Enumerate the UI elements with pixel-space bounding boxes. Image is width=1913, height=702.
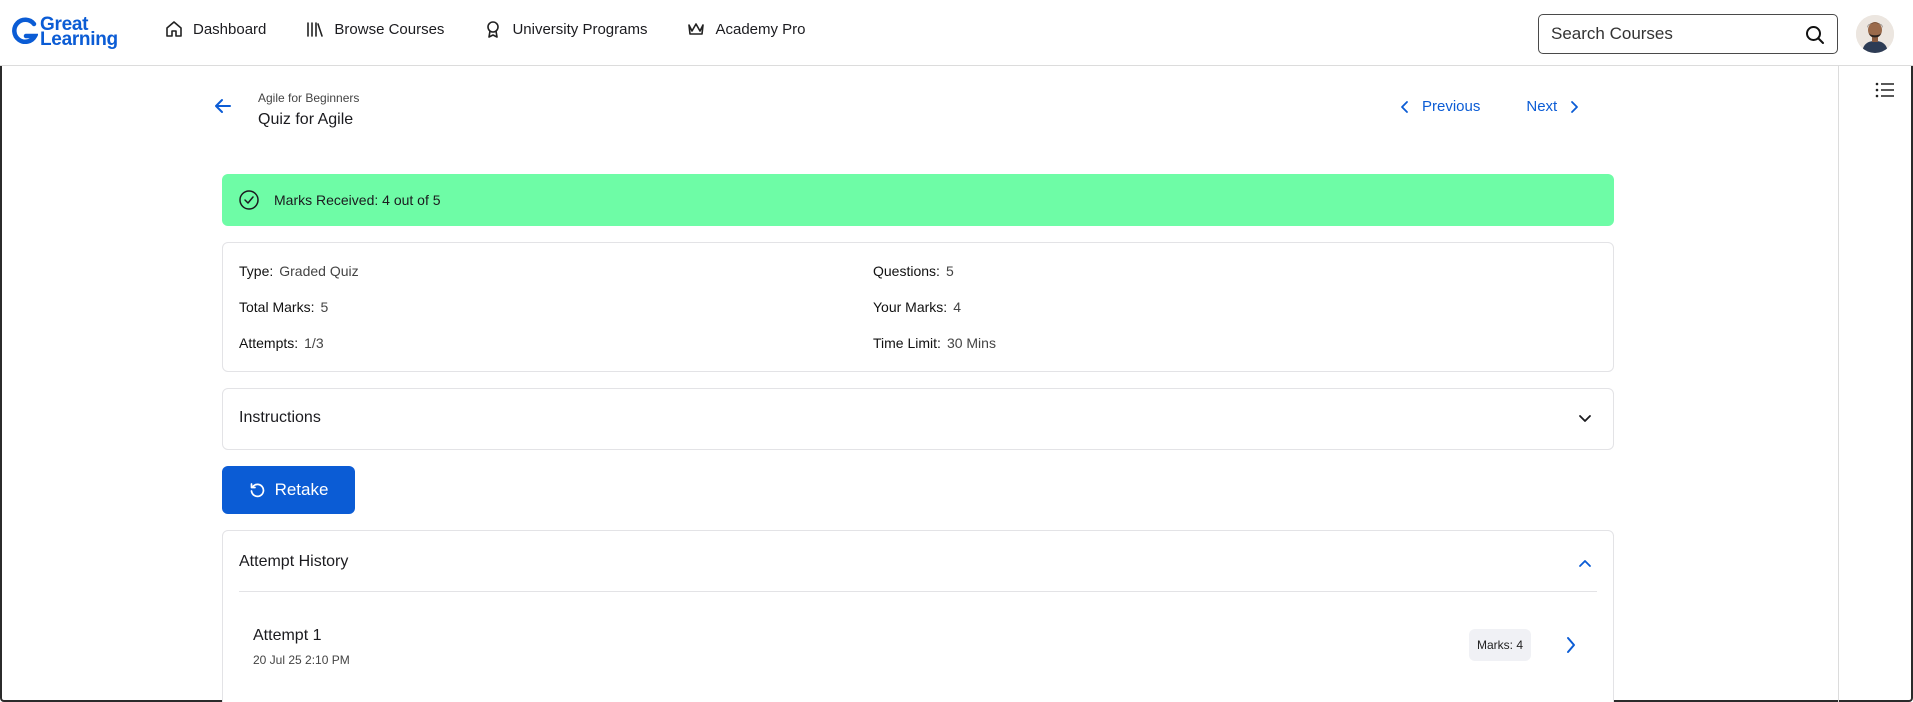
info-questions-value: 5 <box>945 263 954 279</box>
great-learning-logo[interactable]: Great Learning <box>12 14 118 50</box>
instructions-label: Instructions <box>239 409 321 426</box>
marks-received-banner: Marks Received: 4 out of 5 <box>222 174 1614 226</box>
award-ribbon-icon <box>487 21 500 38</box>
list-icon[interactable] <box>1875 82 1895 98</box>
main-nav: Dashboard Browse Courses University Prog… <box>165 20 846 38</box>
user-avatar-image <box>1856 15 1894 53</box>
marks-badge: Marks: 4 <box>1469 629 1532 661</box>
prev-next-nav: Previous Next <box>1400 98 1579 115</box>
info-total-marks-value: 5 <box>320 299 329 315</box>
check-circle-icon <box>239 190 259 210</box>
attempt-history-label: Attempt History <box>239 553 349 570</box>
nav-browse-courses[interactable]: Browse Courses <box>306 20 444 38</box>
search-icon[interactable] <box>1805 25 1825 45</box>
refresh-icon <box>250 483 264 498</box>
info-attempts: Attempts: 1/3 <box>239 335 324 351</box>
info-your-marks: Your Marks: 4 <box>873 299 961 315</box>
previous-label: Previous <box>1422 98 1481 115</box>
marks-received-text: Marks Received: 4 out of 5 <box>274 192 441 208</box>
info-time-limit: Time Limit: 30 Mins <box>873 335 996 351</box>
info-type-value: Graded Quiz <box>279 263 359 279</box>
back-arrow-icon[interactable] <box>213 96 233 116</box>
info-time-limit-value: 30 Mins <box>946 335 996 351</box>
search-box[interactable] <box>1538 14 1838 54</box>
attempt-history-accordion: Attempt History Attempt 1 20 Jul 25 2:10… <box>222 530 1614 702</box>
logo-g-icon <box>12 17 38 44</box>
right-rail <box>1838 66 1913 702</box>
attempt-date: 20 Jul 25 2:10 PM <box>253 653 350 667</box>
info-questions-label: Questions: <box>873 263 940 279</box>
page-title: Quiz for Agile <box>258 111 354 128</box>
next-button[interactable]: Next <box>1526 98 1579 115</box>
nav-dashboard[interactable]: Dashboard <box>165 20 266 38</box>
info-type: Type: Graded Quiz <box>239 263 359 279</box>
next-label: Next <box>1526 98 1558 115</box>
chevron-right-icon <box>1571 100 1579 113</box>
info-your-marks-label: Your Marks: <box>873 299 948 315</box>
info-attempts-value: 1/3 <box>304 335 324 351</box>
search-input[interactable] <box>1551 24 1791 44</box>
user-avatar[interactable] <box>1856 15 1894 53</box>
nav-academy-pro[interactable]: Academy Pro <box>687 20 806 38</box>
chevron-left-icon <box>1401 100 1408 113</box>
info-your-marks-value: 4 <box>953 299 961 315</box>
logo-text: Great Learning <box>40 15 118 50</box>
instructions-accordion[interactable]: Instructions <box>222 388 1614 450</box>
home-icon <box>166 21 182 37</box>
info-type-label: Type: <box>239 263 274 279</box>
retake-button[interactable]: Retake <box>222 466 355 514</box>
info-attempts-label: Attempts: <box>239 335 299 351</box>
breadcrumb[interactable]: Agile for Beginners <box>258 91 359 105</box>
info-total-marks: Total Marks: 5 <box>239 299 328 315</box>
info-total-marks-label: Total Marks: <box>239 299 315 315</box>
nav-university-programs-label: University Programs <box>512 20 648 38</box>
logo-line-2: Learning <box>40 29 118 50</box>
chevron-right-icon[interactable] <box>1565 636 1577 654</box>
library-icon <box>307 22 324 37</box>
nav-browse-courses-label: Browse Courses <box>334 20 445 38</box>
crown-icon <box>688 23 705 35</box>
chevron-down-icon[interactable] <box>1577 411 1593 427</box>
retake-label: Retake <box>274 480 329 499</box>
quiz-info-card: Type: Graded Quiz Total Marks: 5 Attempts:… <box>222 242 1614 372</box>
info-time-limit-label: Time Limit: <box>873 335 941 351</box>
attempt-name: Attempt 1 <box>253 627 322 644</box>
nav-academy-pro-label: Academy Pro <box>715 20 806 38</box>
top-navigation-bar: Great Learning Dashboard Browse Courses … <box>0 0 1913 66</box>
previous-button[interactable]: Previous <box>1400 98 1480 115</box>
info-questions: Questions: 5 <box>873 263 954 279</box>
divider <box>239 591 1597 592</box>
chevron-up-icon[interactable] <box>1577 555 1593 571</box>
nav-dashboard-label: Dashboard <box>193 20 267 38</box>
nav-university-programs[interactable]: University Programs <box>484 20 647 38</box>
